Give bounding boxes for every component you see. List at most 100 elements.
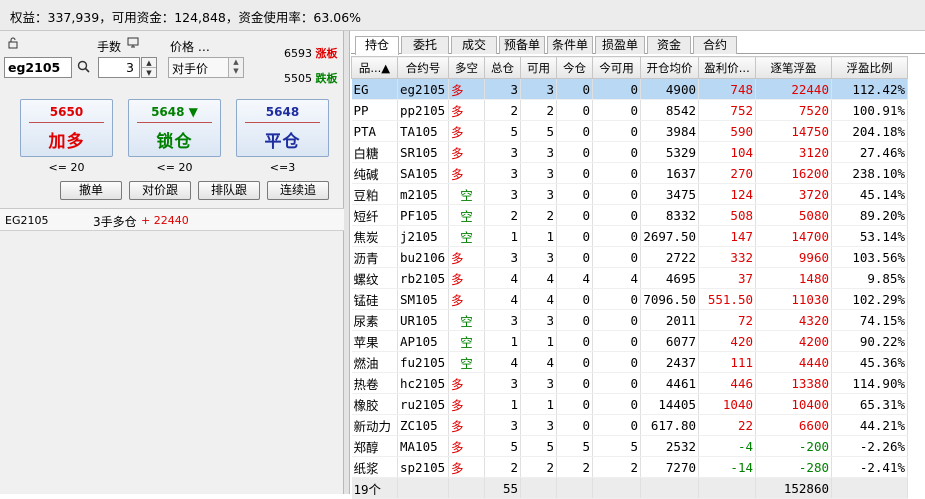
- cell-direction: 多: [448, 372, 485, 394]
- col-header-profit-price[interactable]: 盈利价...: [698, 56, 756, 79]
- position-summary-desc: 3手多仓: [93, 215, 137, 229]
- tab-contracts[interactable]: 合约: [693, 36, 737, 54]
- continuous-chase-button[interactable]: 连续追: [267, 181, 329, 200]
- cell-profit-price: -14: [698, 456, 756, 478]
- col-header-product[interactable]: 品...▲: [351, 56, 398, 79]
- table-row[interactable]: 纸浆 sp2105 多 2 2 2 2 7270 -14 -280 -2.41%: [351, 456, 908, 478]
- cell-profit-price: 551.50: [698, 288, 756, 310]
- table-row[interactable]: EG eg2105 多 3 3 0 0 4900 748 22440 112.42%: [351, 78, 908, 100]
- cell-product: 白糖: [351, 141, 398, 163]
- cell-direction: 多: [448, 99, 485, 121]
- cell-product: PP: [351, 99, 398, 121]
- cell-contract: hc2105: [397, 372, 449, 394]
- table-row[interactable]: PP pp2105 多 2 2 0 0 8542 752 7520 100.91%: [351, 99, 908, 121]
- table-row[interactable]: 白糖 SR105 多 3 3 0 0 5329 104 3120 27.46%: [351, 141, 908, 163]
- qty-label: 手数: [97, 40, 122, 54]
- col-header-float-ratio[interactable]: 浮盈比例: [831, 56, 908, 79]
- lock-position-limit: <= 20: [156, 161, 193, 174]
- cell-today-available: 0: [592, 288, 641, 310]
- cell-float-ratio: -2.26%: [831, 435, 908, 457]
- position-summary-row[interactable]: EG2105 3手多仓 + 22440: [0, 209, 344, 231]
- cell-direction: 多: [448, 120, 485, 142]
- tab-conditional-orders[interactable]: 条件单: [547, 36, 593, 54]
- col-header-contract[interactable]: 合约号: [397, 56, 449, 79]
- cell-open-avg-price: 7270: [640, 456, 699, 478]
- table-row[interactable]: 螺纹 rb2105 多 4 4 4 4 4695 37 1480 9.85%: [351, 267, 908, 289]
- cell-product: 郑醇: [351, 435, 398, 457]
- search-icon[interactable]: [77, 60, 90, 76]
- symbol-input[interactable]: eg2105: [4, 57, 72, 78]
- cell-available: 3: [520, 309, 557, 331]
- qty-up-icon[interactable]: ▲: [142, 58, 156, 68]
- cell-product: 短纤: [351, 204, 398, 226]
- col-header-open-avg-price[interactable]: 开仓均价: [640, 56, 699, 79]
- cell-float-pnl: 14700: [755, 225, 832, 247]
- lower-limit-value: 5505: [284, 72, 312, 85]
- tab-funds[interactable]: 资金: [647, 36, 691, 54]
- cell-total: 3: [484, 414, 521, 436]
- table-row[interactable]: 新动力 ZC105 多 3 3 0 0 617.80 22 6600 44.21%: [351, 414, 908, 436]
- cell-total: 3: [484, 141, 521, 163]
- cell-product: 苹果: [351, 330, 398, 352]
- cancel-order-button[interactable]: 撤单: [60, 181, 122, 200]
- cell-today-available: 4: [592, 267, 641, 289]
- qty-input[interactable]: 3: [98, 57, 140, 78]
- table-row[interactable]: 沥青 bu2106 多 3 3 0 0 2722 332 9960 103.56%: [351, 246, 908, 268]
- price-down-icon[interactable]: ▼: [229, 67, 243, 76]
- qty-down-icon[interactable]: ▼: [142, 68, 156, 78]
- table-row[interactable]: 苹果 AP105 空 1 1 0 0 6077 420 4200 90.22%: [351, 330, 908, 352]
- tab-stop-profit-orders[interactable]: 损盈单: [595, 36, 645, 54]
- cell-product: 热卷: [351, 372, 398, 394]
- cell-float-pnl: 5080: [755, 204, 832, 226]
- tab-prepared-orders[interactable]: 预备单: [499, 36, 545, 54]
- order-panel: 手数 价格 … eg2105 3 ▲ ▼ 对手价 ▲ ▼ 6593 涨板 5505 …: [0, 31, 344, 494]
- table-row[interactable]: 短纤 PF105 空 2 2 0 0 8332 508 5080 89.20%: [351, 204, 908, 226]
- cell-open-avg-price: 5329: [640, 141, 699, 163]
- cell-float-ratio: 89.20%: [831, 204, 908, 226]
- price-type-select[interactable]: 对手价 ▲ ▼: [168, 57, 244, 78]
- table-row[interactable]: 纯碱 SA105 多 3 3 0 0 1637 270 16200 238.10%: [351, 162, 908, 184]
- cell-product: 豆粕: [351, 183, 398, 205]
- cell-direction: 多: [448, 162, 485, 184]
- add-long-button[interactable]: 5650 加多: [20, 99, 113, 157]
- table-row[interactable]: 郑醇 MA105 多 5 5 5 5 2532 -4 -200 -2.26%: [351, 435, 908, 457]
- table-row[interactable]: 橡胶 ru2105 多 1 1 0 0 14405 1040 10400 65.31%: [351, 393, 908, 415]
- close-position-limit: <=3: [269, 161, 296, 174]
- cell-today-available: 0: [592, 351, 641, 373]
- price-label[interactable]: 价格 …: [170, 38, 210, 55]
- cell-contract: pp2105: [397, 99, 449, 121]
- col-header-today-available[interactable]: 今可用: [592, 56, 641, 79]
- cell-float-pnl: -280: [755, 456, 832, 478]
- opposite-price-follow-button[interactable]: 对价跟: [129, 181, 191, 200]
- table-row[interactable]: 锰硅 SM105 多 4 4 0 0 7096.50 551.50 11030 102.29%: [351, 288, 908, 310]
- tab-orders[interactable]: 委托: [401, 36, 449, 54]
- close-position-button[interactable]: 5648 平仓: [236, 99, 329, 157]
- qty-stepper[interactable]: ▲ ▼: [141, 57, 157, 78]
- cell-product: 燃油: [351, 351, 398, 373]
- queue-follow-button[interactable]: 排队跟: [198, 181, 260, 200]
- cell-float-ratio: 9.85%: [831, 267, 908, 289]
- table-row[interactable]: 焦炭 j2105 空 1 1 0 0 2697.50 147 14700 53.14%: [351, 225, 908, 247]
- cell-float-ratio: 100.91%: [831, 99, 908, 121]
- table-row[interactable]: 燃油 fu2105 空 4 4 0 0 2437 111 4440 45.36%: [351, 351, 908, 373]
- qty-mode-icon[interactable]: [127, 37, 139, 52]
- lock-position-button[interactable]: 5648 ▼ 锁仓: [128, 99, 221, 157]
- col-header-available[interactable]: 可用: [520, 56, 557, 79]
- panel-splitter[interactable]: [344, 31, 350, 494]
- col-header-total[interactable]: 总仓: [484, 56, 521, 79]
- col-header-direction[interactable]: 多空: [448, 56, 485, 79]
- col-header-today[interactable]: 今仓: [556, 56, 593, 79]
- tab-trades[interactable]: 成交: [451, 36, 497, 54]
- table-row[interactable]: 豆粕 m2105 空 3 3 0 0 3475 124 3720 45.14%: [351, 183, 908, 205]
- cell-profit-price: 147: [698, 225, 756, 247]
- table-row[interactable]: 尿素 UR105 空 3 3 0 0 2011 72 4320 74.15%: [351, 309, 908, 331]
- table-row[interactable]: 热卷 hc2105 多 3 3 0 0 4461 446 13380 114.90%: [351, 372, 908, 394]
- cell-available: 3: [520, 246, 557, 268]
- price-up-icon[interactable]: ▲: [229, 58, 243, 67]
- lock-icon[interactable]: [8, 37, 20, 52]
- col-header-float-pnl[interactable]: 逐笔浮盈: [755, 56, 832, 79]
- cell-today-available: 0: [592, 414, 641, 436]
- table-row[interactable]: PTA TA105 多 5 5 0 0 3984 590 14750 204.18%: [351, 120, 908, 142]
- cell-product: 橡胶: [351, 393, 398, 415]
- tab-positions[interactable]: 持仓: [355, 36, 399, 55]
